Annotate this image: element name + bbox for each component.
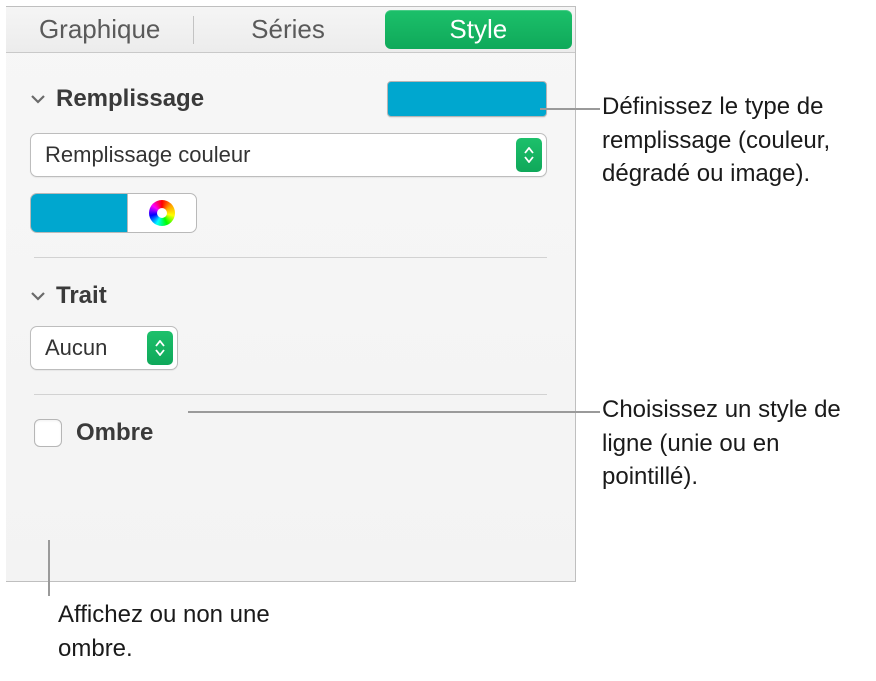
shadow-checkbox[interactable] xyxy=(34,419,62,447)
fill-color-swatch[interactable] xyxy=(30,193,127,233)
stroke-style-dropdown[interactable]: Aucun xyxy=(30,326,178,370)
callout-fill: Définissez le type de remplissage (coule… xyxy=(602,90,862,191)
fill-section: Remplissage Remplissage couleur xyxy=(6,53,575,233)
chevron-down-icon xyxy=(30,91,46,107)
tab-bar: Graphique Séries Style xyxy=(6,7,575,53)
color-picker-button[interactable] xyxy=(127,193,197,233)
fill-color-preview[interactable] xyxy=(387,81,547,117)
stroke-value: Aucun xyxy=(45,335,107,361)
callout-stroke: Choisissez un style de ligne (unie ou en… xyxy=(602,393,872,494)
fill-color-row xyxy=(30,193,547,233)
tab-chart[interactable]: Graphique xyxy=(6,7,193,52)
updown-arrows-icon xyxy=(516,138,542,172)
callout-line xyxy=(540,108,600,110)
chevron-down-icon xyxy=(30,288,46,304)
fill-type-value: Remplissage couleur xyxy=(45,142,250,168)
callout-line xyxy=(48,540,50,596)
tab-series[interactable]: Séries xyxy=(194,7,381,52)
callout-line xyxy=(188,411,600,413)
stroke-section: Trait Aucun xyxy=(6,258,575,370)
fill-title: Remplissage xyxy=(56,85,204,113)
shadow-label: Ombre xyxy=(76,419,153,447)
inspector-panel: Graphique Séries Style Remplissage Rempl… xyxy=(6,6,576,582)
tab-chart-label: Graphique xyxy=(39,14,160,45)
stroke-title: Trait xyxy=(56,282,107,310)
callout-shadow: Affichez ou non une ombre. xyxy=(58,598,288,665)
fill-type-dropdown[interactable]: Remplissage couleur xyxy=(30,133,547,177)
color-wheel-icon xyxy=(149,200,175,226)
tab-style[interactable]: Style xyxy=(385,10,572,49)
tab-series-label: Séries xyxy=(251,14,325,45)
fill-header[interactable]: Remplissage xyxy=(30,85,204,113)
tab-style-label: Style xyxy=(449,14,507,45)
shadow-row: Ombre xyxy=(6,395,575,447)
stroke-header[interactable]: Trait xyxy=(30,282,547,310)
updown-arrows-icon xyxy=(147,331,173,365)
